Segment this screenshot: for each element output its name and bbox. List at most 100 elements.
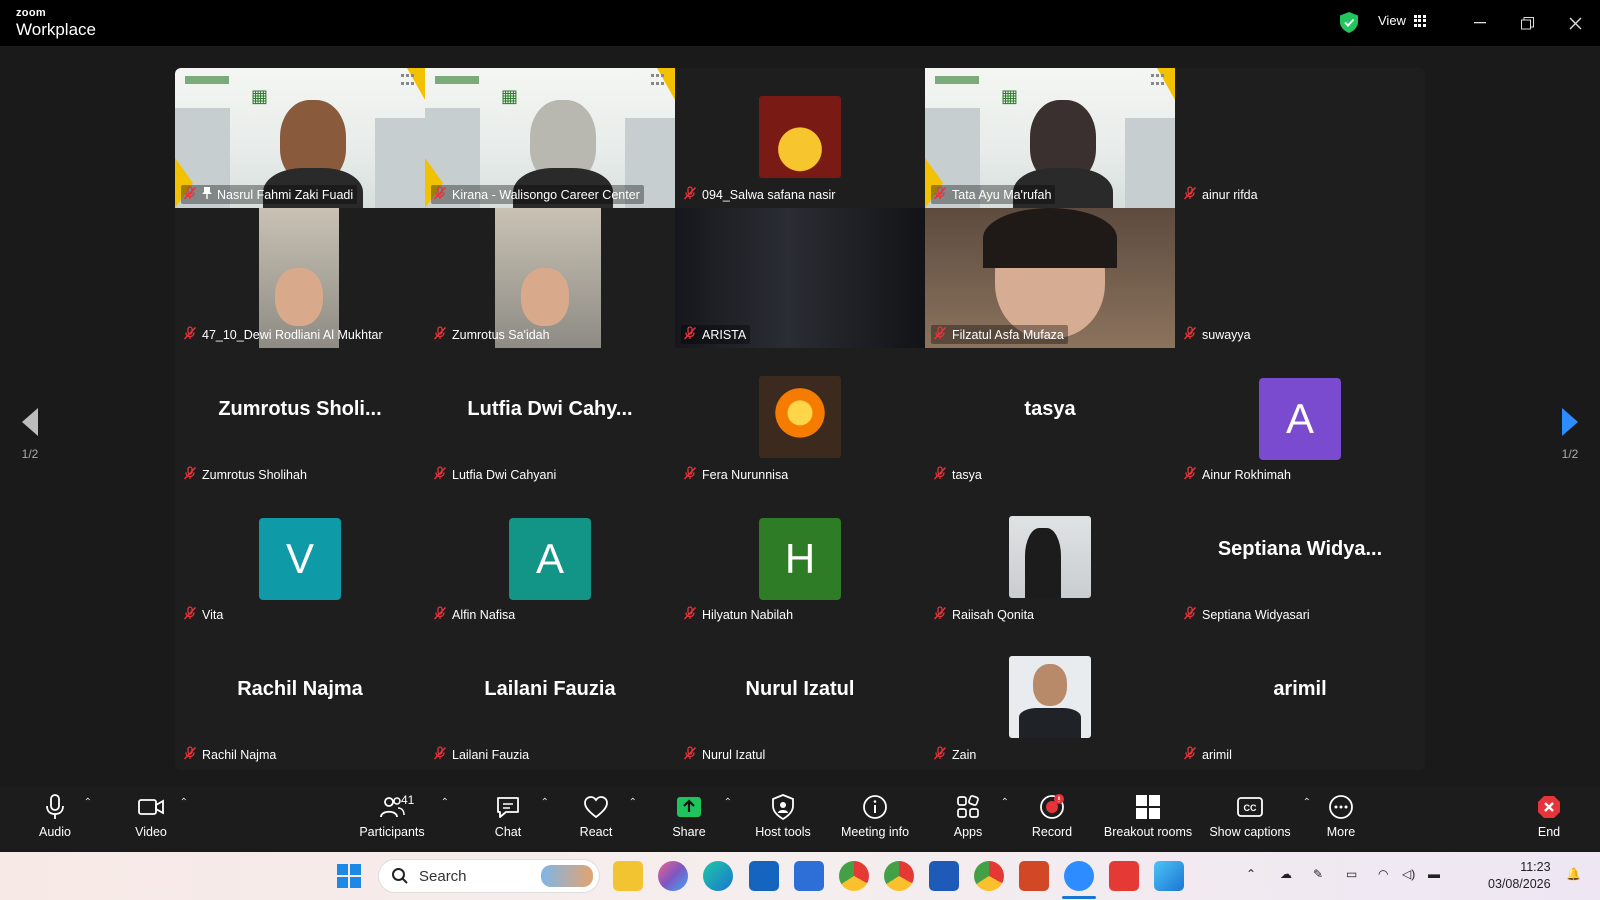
- copilot-icon[interactable]: [658, 861, 688, 891]
- display-icon[interactable]: ▭: [1346, 867, 1357, 881]
- participant-tile[interactable]: suwayya: [1175, 208, 1425, 348]
- heart-icon: [584, 796, 608, 819]
- file-explorer-icon[interactable]: [613, 861, 643, 891]
- previous-page-button[interactable]: 1/2: [16, 408, 44, 461]
- active-app-indicator: [1062, 896, 1096, 899]
- video-button[interactable]: Video ⌃: [96, 793, 206, 839]
- participants-options-caret[interactable]: ⌃: [441, 797, 449, 808]
- start-button[interactable]: [334, 861, 364, 891]
- powerpoint-icon[interactable]: [1019, 861, 1049, 891]
- mic-muted-icon: [183, 326, 197, 343]
- participant-name: arimil: [1202, 747, 1232, 762]
- app-icon[interactable]: [749, 861, 779, 891]
- participant-name: Nurul Izatul: [702, 747, 766, 762]
- end-button[interactable]: End: [1494, 793, 1600, 839]
- close-button[interactable]: [1560, 8, 1590, 38]
- participant-tile[interactable]: Zumrotus Sa'idah: [425, 208, 675, 348]
- participant-tile[interactable]: Lutfia Dwi Cahy... Lutfia Dwi Cahyani: [425, 348, 675, 488]
- tile-options-icon[interactable]: [401, 74, 415, 88]
- notification-bell-icon[interactable]: 🔔: [1566, 867, 1581, 881]
- photos-icon[interactable]: [1154, 861, 1184, 891]
- participant-name: Vita: [202, 607, 224, 622]
- participant-name: Tata Ayu Ma'rufah: [952, 187, 1052, 202]
- participant-initial-avatar: A: [1259, 378, 1341, 460]
- participant-tile[interactable]: tasya tasya: [925, 348, 1175, 488]
- participant-tile[interactable]: 47_10_Dewi Rodliani Al Mukhtar: [175, 208, 425, 348]
- microsoft-store-icon[interactable]: [794, 861, 824, 891]
- taskbar-search[interactable]: Search: [378, 859, 600, 893]
- onedrive-offline-icon[interactable]: ☁: [1280, 867, 1292, 881]
- video-options-caret[interactable]: ⌃: [180, 797, 188, 808]
- edge-browser-icon[interactable]: [703, 861, 733, 891]
- mic-muted-icon: [1183, 746, 1197, 763]
- chat-icon: [497, 797, 519, 818]
- participant-face: [1033, 664, 1067, 706]
- restore-button[interactable]: [1512, 8, 1542, 38]
- chrome-icon[interactable]: [839, 861, 869, 891]
- encryption-shield-icon[interactable]: [1340, 12, 1358, 33]
- minimize-button[interactable]: [1465, 8, 1495, 38]
- close-icon: [1569, 17, 1581, 29]
- pen-icon[interactable]: ✎: [1313, 867, 1323, 881]
- system-clock[interactable]: 11:23 03/08/2026: [1488, 859, 1551, 893]
- participant-tile[interactable]: ▦ Nasrul Fahmi Zaki Fuadi: [175, 68, 425, 208]
- participant-face: [521, 268, 569, 326]
- pin-icon: [202, 187, 212, 202]
- audio-button[interactable]: Audio ⌃: [0, 793, 110, 839]
- chrome-profile-icon[interactable]: [884, 861, 914, 891]
- participant-name: ARISTA: [702, 327, 747, 342]
- captions-icon: CC: [1237, 797, 1263, 817]
- mic-muted-icon: [183, 186, 197, 203]
- tray-overflow-chevron-icon[interactable]: ⌃: [1246, 867, 1256, 881]
- participant-name: Zain: [952, 747, 977, 762]
- participant-tile[interactable]: V Vita: [175, 488, 425, 628]
- battery-icon[interactable]: ▬: [1428, 867, 1440, 881]
- participant-tile[interactable]: Septiana Widya... Septiana Widyasari: [1175, 488, 1425, 628]
- participant-tile[interactable]: ▦ Tata Ayu Ma'rufah: [925, 68, 1175, 208]
- record-button[interactable]: Record: [997, 793, 1107, 839]
- view-button[interactable]: View: [1378, 13, 1426, 28]
- zoom-taskbar-icon[interactable]: [1064, 861, 1094, 891]
- participant-tile[interactable]: ainur rifda: [1175, 68, 1425, 208]
- participant-tile[interactable]: Zumrotus Sholi... Zumrotus Sholihah: [175, 348, 425, 488]
- participant-name: Alfin Nafisa: [452, 607, 516, 622]
- breakout-rooms-label: Breakout rooms: [1103, 825, 1193, 839]
- word-icon[interactable]: [929, 861, 959, 891]
- search-icon: [392, 868, 408, 884]
- brand-top: zoom: [16, 7, 46, 19]
- participant-tile[interactable]: arimil arimil: [1175, 628, 1425, 768]
- participant-tile[interactable]: H Hilyatun Nabilah: [675, 488, 925, 628]
- tile-options-icon[interactable]: [651, 74, 665, 88]
- tile-options-icon[interactable]: [1151, 74, 1165, 88]
- participant-display-name: Septiana Widya...: [1217, 538, 1383, 560]
- participant-name: Fera Nurunnisa: [702, 467, 789, 482]
- participant-tile[interactable]: Lailani Fauzia Lailani Fauzia: [425, 628, 675, 768]
- audio-options-caret[interactable]: ⌃: [84, 797, 92, 808]
- participant-tile[interactable]: Raiisah Qonita: [925, 488, 1175, 628]
- participant-tile[interactable]: ▦ Kirana - Walisongo Career Center: [425, 68, 675, 208]
- participant-tile[interactable]: ARISTA: [675, 208, 925, 348]
- breakout-rooms-button[interactable]: Breakout rooms: [1093, 793, 1203, 839]
- participant-tile[interactable]: 094_Salwa safana nasir: [675, 68, 925, 208]
- participants-button[interactable]: Participants 41 ⌃: [337, 793, 449, 839]
- wifi-icon[interactable]: ◠: [1378, 867, 1388, 881]
- participant-tile[interactable]: Zain: [925, 628, 1175, 768]
- participant-name-label: Lailani Fauzia: [431, 745, 533, 764]
- participant-display-name: Lutfia Dwi Cahy...: [467, 398, 633, 420]
- participant-tile[interactable]: Nurul Izatul Nurul Izatul: [675, 628, 925, 768]
- mic-muted-icon: [433, 746, 447, 763]
- next-page-button[interactable]: 1/2: [1556, 408, 1584, 461]
- clock-date: 03/08/2026: [1488, 877, 1551, 891]
- participant-tile[interactable]: Rachil Najma Rachil Najma: [175, 628, 425, 768]
- participant-name: Raiisah Qonita: [952, 607, 1034, 622]
- participant-name: Lutfia Dwi Cahyani: [452, 467, 557, 482]
- participant-tile[interactable]: A Alfin Nafisa: [425, 488, 675, 628]
- chrome-second-profile-icon[interactable]: [974, 861, 1004, 891]
- participant-tile[interactable]: Fera Nurunnisa: [675, 348, 925, 488]
- participant-tile[interactable]: Filzatul Asfa Mufaza: [925, 208, 1175, 348]
- participant-tile[interactable]: A Ainur Rokhimah: [1175, 348, 1425, 488]
- more-button[interactable]: More: [1286, 793, 1396, 839]
- volume-icon[interactable]: ◁): [1402, 867, 1415, 881]
- pdf-reader-icon[interactable]: [1109, 861, 1139, 891]
- meeting-info-label: Meeting info: [840, 825, 910, 839]
